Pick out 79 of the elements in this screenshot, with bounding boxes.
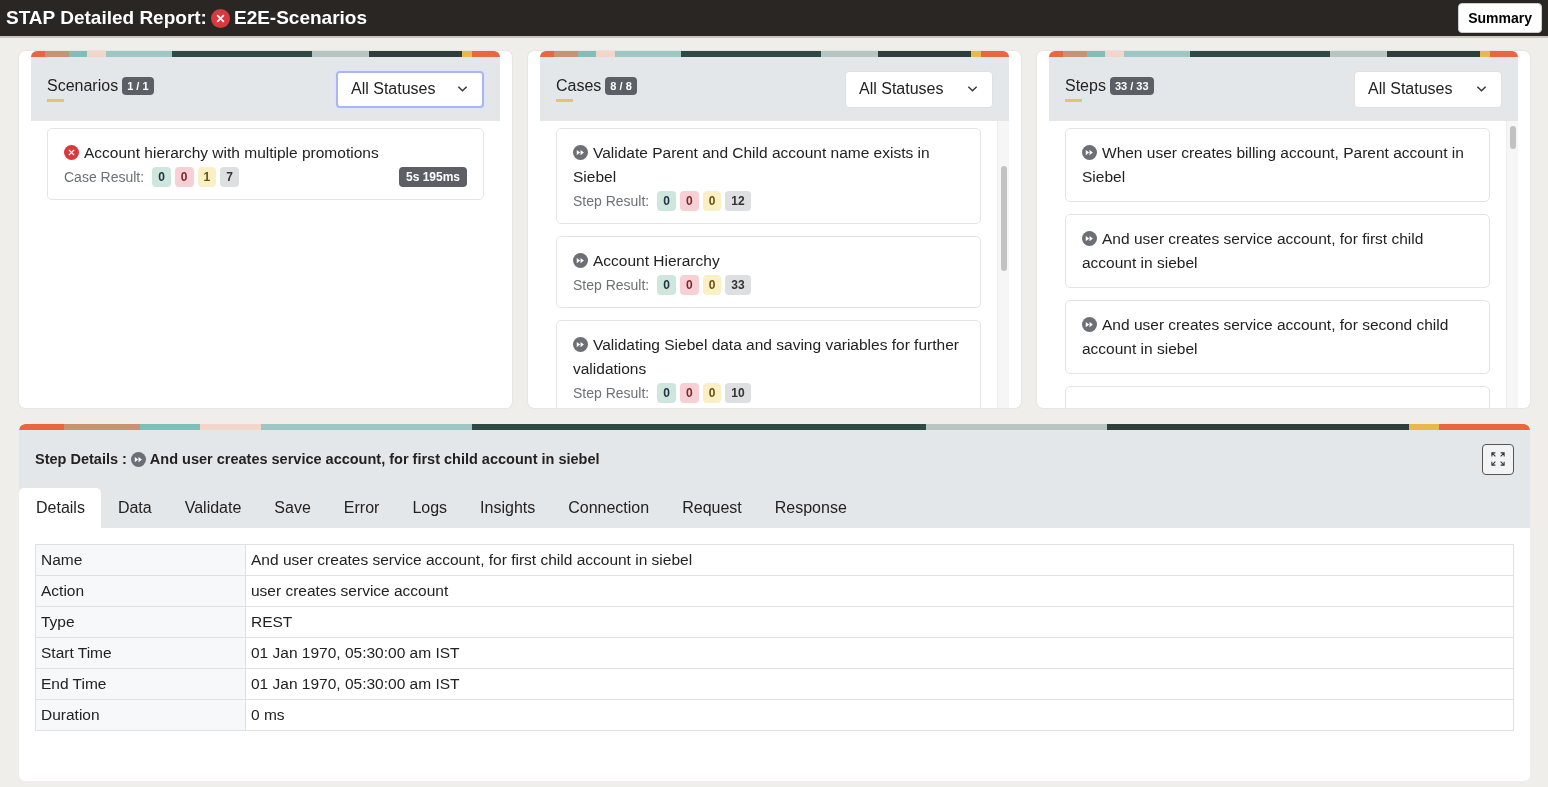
tab[interactable]: Logs [395, 488, 464, 528]
result-label: Step Result: [573, 277, 650, 293]
tab[interactable]: Data [100, 488, 168, 528]
tab[interactable]: Save [257, 488, 327, 528]
duration-badge: 5s 195ms [398, 167, 467, 187]
tab[interactable]: Details [19, 488, 101, 528]
table-cell: 01 Jan 1970, 05:30:00 am IST [245, 668, 1514, 700]
table-cell: End Time [35, 668, 246, 700]
status-filter-dropdown[interactable]: All Statuses [336, 70, 484, 108]
result-count-badge: 0 [702, 383, 722, 403]
details-label: Step Details : [35, 451, 127, 467]
tab[interactable]: Validate [167, 488, 258, 528]
table-cell: Duration [35, 699, 246, 731]
result-count-badge: 0 [174, 167, 194, 187]
list-item-card[interactable]: And user creates service account, for second child account in siebel [1065, 300, 1490, 374]
table-cell: Name [35, 544, 246, 576]
count-badge: 1 / 1 [122, 76, 154, 95]
report-title: STAP Detailed Report: [6, 7, 207, 29]
result-count-badge: 0 [679, 191, 699, 211]
item-name: Validate Parent and Child account name exists in Siebel [573, 144, 930, 185]
tab[interactable]: Insights [463, 488, 552, 528]
chevron-down-icon [1476, 85, 1487, 93]
table-cell: REST [245, 606, 1514, 638]
tab[interactable]: Request [665, 488, 758, 528]
list-item-card[interactable]: Account hierarchy with multiple promotions Case Result: 0 0 1 7 5s 195ms [47, 128, 484, 200]
table-cell: Start Time [35, 637, 246, 669]
result-count-badge: 0 [657, 275, 676, 295]
result-count-badge: 0 [679, 383, 699, 403]
status-filter-dropdown[interactable]: All Statuses [845, 70, 993, 108]
result-count-badge: 1 [197, 167, 217, 187]
summary-button[interactable]: Summary [1458, 3, 1542, 33]
table-cell: Action [35, 575, 246, 607]
suite-name: E2E-Scenarios [233, 7, 368, 29]
result-label: Step Result: [573, 193, 650, 209]
list-item-card[interactable]: When user creates billing account, Parent account in Siebel [1065, 128, 1490, 202]
panel-title: Scenarios [47, 76, 119, 95]
status-filter-dropdown[interactable]: All Statuses [1354, 70, 1502, 108]
list-item-card[interactable]: Account Hierarchy Step Result: 0 0 0 33 [556, 236, 981, 308]
tab[interactable]: Error [326, 488, 396, 528]
item-name: Validating Siebel data and saving variables for further validations [573, 336, 959, 377]
panel-title: Cases [556, 76, 602, 95]
step-name: And user creates service account, for first child account in siebel [149, 451, 600, 467]
result-count-badge: 0 [152, 167, 171, 187]
expand-icon [1491, 452, 1505, 466]
result-count-badge: 0 [702, 191, 722, 211]
result-count-badge: 7 [220, 167, 239, 187]
item-name: Account Hierarchy [593, 252, 720, 269]
result-count-badge: 0 [679, 275, 699, 295]
result-label: Case Result: [64, 169, 145, 185]
count-badge: 33 / 33 [1109, 76, 1154, 95]
item-name: Account hierarchy with multiple promotions [84, 144, 379, 161]
result-count-badge: 10 [725, 383, 751, 403]
result-count-badge: 33 [725, 275, 751, 295]
list-item-card[interactable]: And user creates service account, for first child account in siebel [1065, 214, 1490, 288]
table-cell: 01 Jan 1970, 05:30:00 am IST [245, 637, 1514, 669]
list-item-card[interactable]: Validating Siebel data and saving variables for further validations Step Result: 0 0 0 10 [556, 320, 981, 408]
item-name: And user creates service account, for first child account in siebel [1082, 230, 1424, 271]
table-cell: And user creates service account, for first child account in siebel [245, 544, 1514, 576]
chevron-down-icon [457, 85, 468, 93]
result-count-badge: 0 [702, 275, 722, 295]
result-label: Step Result: [573, 385, 650, 401]
result-count-badge: 0 [657, 383, 676, 403]
expand-button[interactable] [1482, 443, 1514, 475]
result-count-badge: 12 [725, 191, 751, 211]
tab[interactable]: Response [757, 488, 863, 528]
count-badge: 8 / 8 [605, 76, 637, 95]
chevron-down-icon [967, 85, 978, 93]
panel-title: Steps [1065, 76, 1106, 95]
table-cell: user creates service account [245, 575, 1514, 607]
table-cell: 0 ms [245, 699, 1514, 731]
item-name: When user creates billing account, Parent account in Siebel [1082, 144, 1464, 185]
scrollbar[interactable] [997, 121, 1009, 408]
list-item-card[interactable] [1065, 386, 1490, 408]
item-name: And user creates service account, for second child account in siebel [1082, 316, 1449, 357]
tab[interactable]: Connection [551, 488, 666, 528]
result-count-badge: 0 [657, 191, 676, 211]
scrollbar[interactable] [1506, 121, 1518, 408]
list-item-card[interactable]: Validate Parent and Child account name exists in Siebel Step Result: 0 0 0 12 [556, 128, 981, 224]
table-cell: Type [35, 606, 246, 638]
